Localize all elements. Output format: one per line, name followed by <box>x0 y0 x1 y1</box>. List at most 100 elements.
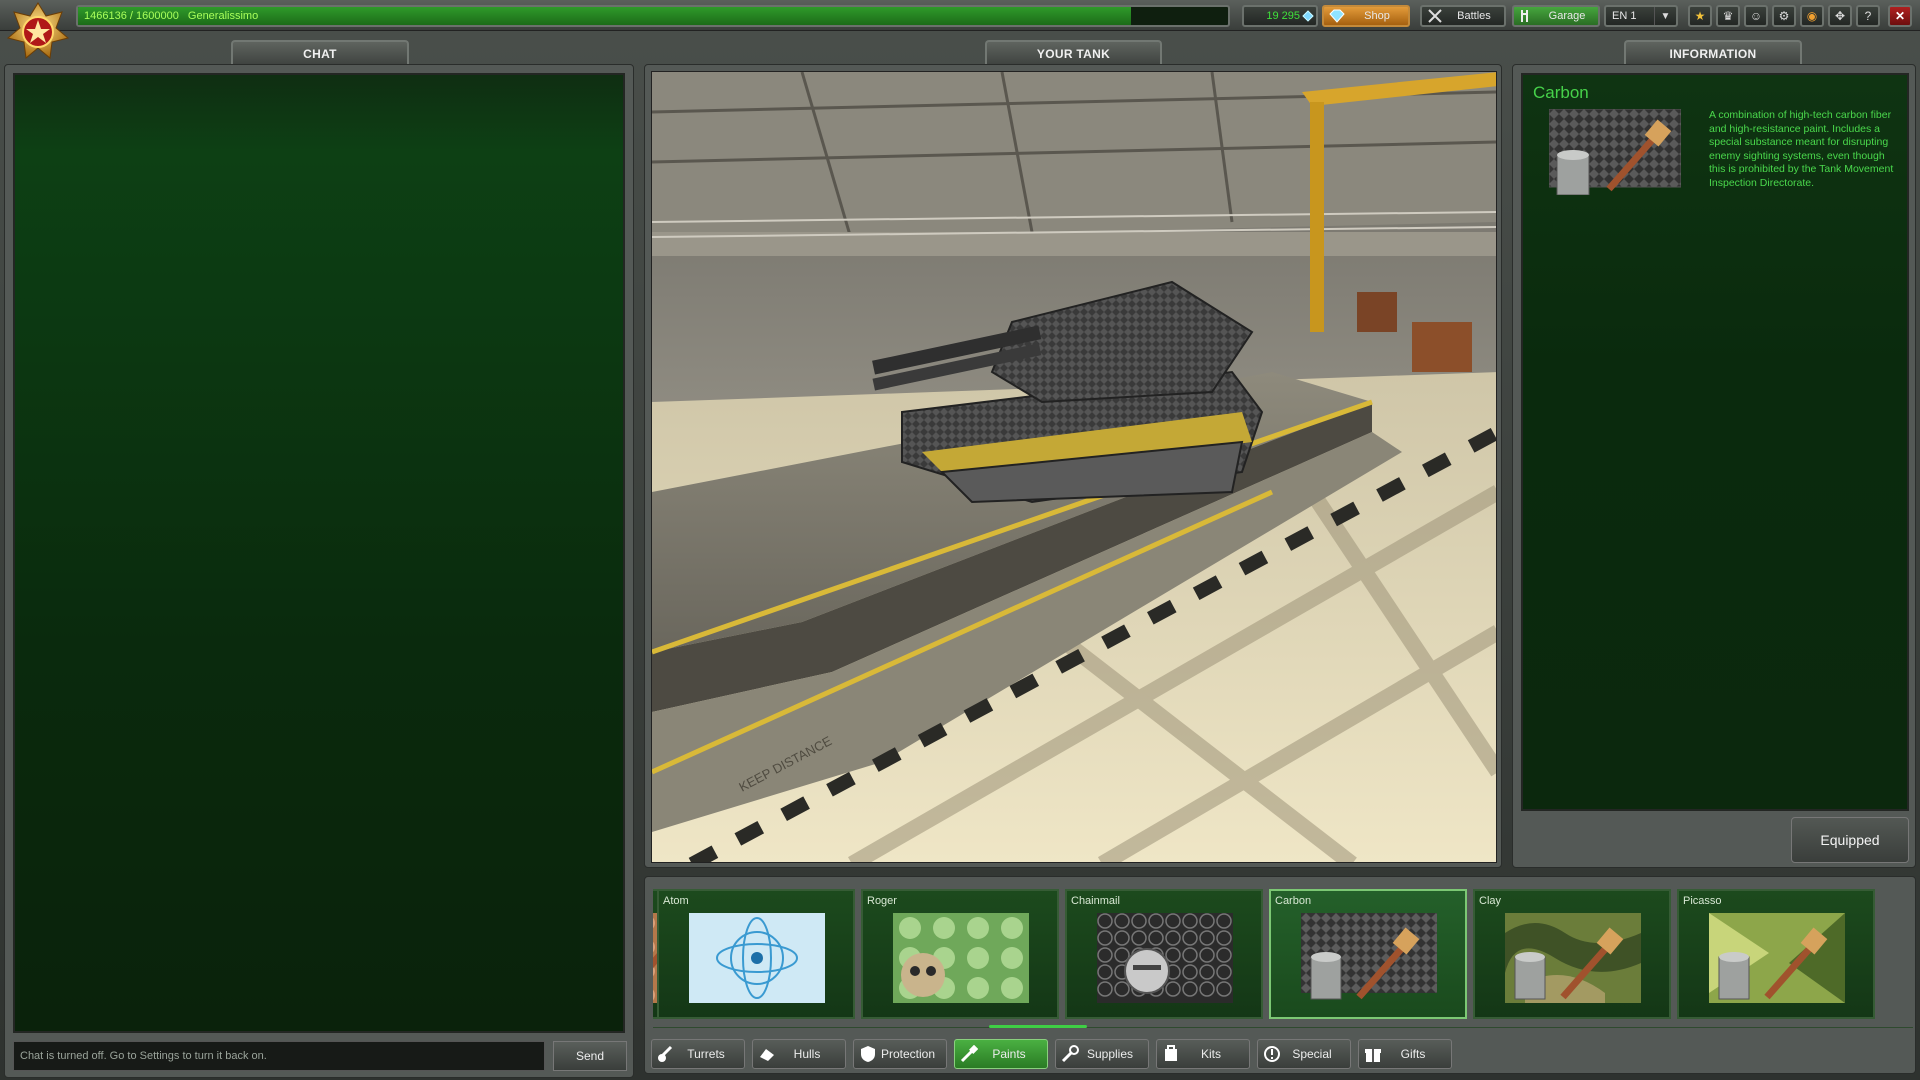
category-label: Hulls <box>793 1047 821 1061</box>
item-name: Roger <box>867 895 897 907</box>
sound-icon: ◉ <box>1806 9 1818 23</box>
item-name: Chainmail <box>1071 895 1120 907</box>
tab-information[interactable]: INFORMATION <box>1624 40 1802 66</box>
category-hulls-button[interactable]: Hulls <box>752 1039 846 1069</box>
shop-button[interactable]: Shop <box>1322 5 1410 27</box>
item-card-atom[interactable]: Atom <box>657 889 855 1019</box>
settings-icon: ⚙ <box>1778 9 1790 23</box>
tab-chat-label: CHAT <box>303 47 337 61</box>
sound-button[interactable]: ◉ <box>1800 5 1824 27</box>
close-icon: ✕ <box>1894 9 1906 23</box>
experience-bar: 1466136 / 1600000 Generalissimo <box>76 5 1230 27</box>
paint-preview-icon <box>1097 913 1233 1003</box>
paint-preview-icon <box>1301 913 1437 1003</box>
paint-brush-icon <box>959 1044 979 1064</box>
item-name: Clay <box>1479 895 1502 907</box>
garage-icon <box>1518 7 1536 25</box>
paint-preview-icon <box>1505 913 1641 1003</box>
category-label: Protection <box>880 1047 936 1061</box>
category-label: Supplies <box>1086 1047 1134 1061</box>
garage-label: Garage <box>1548 10 1586 22</box>
item-title: Carbon <box>1533 83 1589 102</box>
tab-your-tank-label: YOUR TANK <box>1036 47 1111 61</box>
item-name: Atom <box>663 895 689 907</box>
chat-panel: Chat is turned off. Go to Settings to tu… <box>4 64 634 1078</box>
crossed-swords-icon <box>1426 7 1444 25</box>
item-card-roger[interactable]: Roger <box>861 889 1059 1019</box>
wrench-icon <box>1060 1044 1080 1064</box>
settings-button[interactable]: ⚙ <box>1772 5 1796 27</box>
favorites-button[interactable]: ★ <box>1688 5 1712 27</box>
paint-preview-icon <box>1709 913 1845 1003</box>
tab-your-tank[interactable]: YOUR TANK <box>985 40 1162 66</box>
tab-chat[interactable]: CHAT <box>231 40 409 66</box>
items-panel: Atom Roger Chainmail Carbon Clay Picasso Turr… <box>644 876 1916 1074</box>
friends-icon: ☺ <box>1749 9 1763 23</box>
category-protection-button[interactable]: Protection <box>853 1039 947 1069</box>
category-label: Paints <box>992 1047 1026 1061</box>
shield-icon <box>858 1044 878 1064</box>
item-card-clay[interactable]: Clay <box>1473 889 1671 1019</box>
special-icon <box>1262 1044 1282 1064</box>
crystal-count: 19 295 <box>1266 10 1300 22</box>
item-preview-image <box>1548 108 1682 196</box>
paint-preview-icon <box>689 913 825 1003</box>
item-carousel[interactable]: Atom Roger Chainmail Carbon Clay Picasso <box>653 889 1913 1023</box>
category-kits-button[interactable]: Kits <box>1156 1039 1250 1069</box>
crystal-balance: 19 295 <box>1242 5 1318 27</box>
equipped-label: Equipped <box>1820 832 1880 848</box>
tank-panel: KEEP DISTANCE <box>644 64 1502 868</box>
hull-icon <box>757 1044 777 1064</box>
help-button[interactable]: ? <box>1856 5 1880 27</box>
category-label: Special <box>1292 1047 1332 1061</box>
category-label: Kits <box>1200 1047 1221 1061</box>
turret-icon <box>656 1044 676 1064</box>
paint-preview-icon <box>893 913 1029 1003</box>
equipped-button[interactable]: Equipped <box>1791 817 1909 863</box>
friends-button[interactable]: ☺ <box>1744 5 1768 27</box>
star-icon: ★ <box>1694 9 1706 23</box>
experience-text: 1466136 / 1600000 Generalissimo <box>84 10 264 22</box>
trophy-icon: ♛ <box>1722 9 1734 23</box>
item-card-carbon[interactable]: Carbon <box>1269 889 1467 1019</box>
item-card-picasso[interactable]: Picasso <box>1677 889 1875 1019</box>
garage-button[interactable]: Garage <box>1512 5 1600 27</box>
category-paints-button[interactable]: Paints <box>954 1039 1048 1069</box>
rank-emblem-icon <box>6 2 70 60</box>
shop-label: Shop <box>1364 10 1390 22</box>
tank-viewport[interactable]: KEEP DISTANCE <box>651 71 1497 863</box>
carousel-track <box>653 1027 1913 1028</box>
battles-button[interactable]: Battles <box>1420 5 1506 27</box>
send-button[interactable]: Send <box>553 1041 627 1071</box>
chevron-down-icon: ▼ <box>1654 7 1676 25</box>
help-icon: ? <box>1864 9 1872 23</box>
category-label: Gifts <box>1400 1047 1426 1061</box>
category-gifts-button[interactable]: Gifts <box>1358 1039 1452 1069</box>
category-label: Turrets <box>687 1047 725 1061</box>
top-bar: 1466136 / 1600000 Generalissimo 19 295 S… <box>0 0 1920 31</box>
category-turrets-button[interactable]: Turrets <box>651 1039 745 1069</box>
category-special-button[interactable]: Special <box>1257 1039 1351 1069</box>
chat-input[interactable]: Chat is turned off. Go to Settings to tu… <box>13 1041 545 1071</box>
fullscreen-button[interactable]: ✥ <box>1828 5 1852 27</box>
chat-messages[interactable] <box>13 73 625 1033</box>
achievements-button[interactable]: ♛ <box>1716 5 1740 27</box>
battles-label: Battles <box>1457 10 1491 22</box>
carousel-scroll-indicator[interactable] <box>989 1025 1087 1028</box>
experience-value: 1466136 / 1600000 <box>84 10 179 22</box>
category-supplies-button[interactable]: Supplies <box>1055 1039 1149 1069</box>
crystal-shop-icon <box>1328 7 1346 25</box>
close-button[interactable]: ✕ <box>1888 5 1912 27</box>
rank-name: Generalissimo <box>187 10 259 22</box>
crystal-icon <box>1302 10 1314 22</box>
information-panel: Carbon A combination of high-tech carbon… <box>1512 64 1916 868</box>
information-content: Carbon A combination of high-tech carbon… <box>1521 73 1909 811</box>
tab-information-label: INFORMATION <box>1669 47 1757 61</box>
language-value: EN 1 <box>1612 10 1637 22</box>
item-name: Picasso <box>1683 895 1722 907</box>
language-select[interactable]: EN 1 ▼ <box>1604 5 1678 27</box>
item-description: A combination of high-tech carbon fiber … <box>1709 109 1894 189</box>
item-name: Carbon <box>1275 895 1312 907</box>
item-card-chainmail[interactable]: Chainmail <box>1065 889 1263 1019</box>
gift-icon <box>1363 1044 1383 1064</box>
